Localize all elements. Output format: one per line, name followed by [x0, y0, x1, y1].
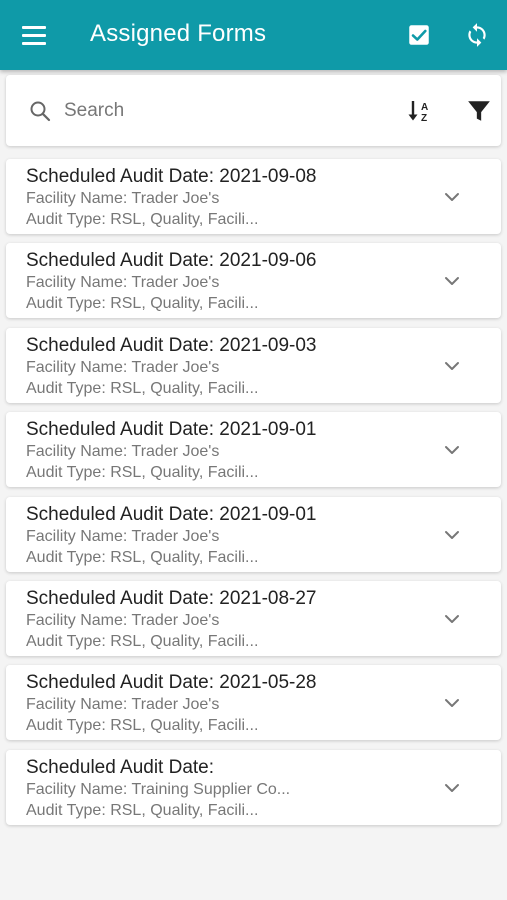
audit-date-title: Scheduled Audit Date: — [26, 756, 215, 778]
menu-icon[interactable] — [22, 22, 48, 48]
facility-name: Facility Name: Trader Joe's — [26, 527, 220, 545]
chevron-down-icon[interactable] — [442, 609, 462, 629]
audit-date-title: Scheduled Audit Date: 2021-09-01 — [26, 419, 317, 441]
facility-name: Facility Name: Trader Joe's — [26, 190, 220, 207]
list-item[interactable]: Scheduled Audit Date: 2021-09-06 Facility… — [6, 243, 501, 319]
search-icon — [30, 101, 51, 122]
audit-type: Audit Type: RSL, Quality, Facili... — [26, 211, 259, 228]
svg-text:A: A — [421, 102, 428, 113]
audit-date-title: Scheduled Audit Date: 2021-09-06 — [26, 250, 317, 272]
svg-text:Z: Z — [421, 113, 427, 124]
audit-date-title: Scheduled Audit Date: 2021-09-03 — [26, 334, 317, 356]
page-title: Assigned Forms — [90, 20, 267, 47]
list-item[interactable]: Scheduled Audit Date: 2021-09-01 Facility… — [6, 412, 501, 488]
list-item[interactable]: Scheduled Audit Date: 2021-09-03 Facility… — [6, 327, 501, 403]
sync-icon[interactable] — [464, 22, 490, 48]
filter-icon[interactable] — [466, 98, 492, 124]
chevron-down-icon[interactable] — [442, 778, 462, 798]
chevron-down-icon[interactable] — [442, 271, 462, 291]
audit-date-title: Scheduled Audit Date: 2021-05-28 — [26, 672, 317, 694]
chevron-down-icon[interactable] — [442, 187, 462, 207]
list-item[interactable]: Scheduled Audit Date: 2021-09-01 Facility… — [6, 496, 501, 572]
audit-type: Audit Type: RSL, Quality, Facili... — [26, 295, 259, 313]
chevron-down-icon[interactable] — [442, 356, 462, 376]
list-item[interactable]: Scheduled Audit Date: Facility Name: Trai… — [6, 749, 501, 825]
audit-type: Audit Type: RSL, Quality, Facili... — [26, 717, 259, 735]
facility-name: Facility Name: Trader Joe's — [26, 443, 220, 461]
checkbox-icon[interactable] — [406, 22, 432, 48]
audit-type: Audit Type: RSL, Quality, Facili... — [26, 464, 259, 482]
facility-name: Facility Name: Training Supplier Co... — [26, 780, 291, 798]
audit-type: Audit Type: RSL, Quality, Facili... — [26, 548, 259, 566]
audit-date-title: Scheduled Audit Date: 2021-08-27 — [26, 587, 317, 609]
audit-type: Audit Type: RSL, Quality, Facili... — [26, 632, 259, 650]
list-item[interactable]: Scheduled Audit Date: 2021-08-27 Facility… — [6, 580, 501, 656]
chevron-down-icon[interactable] — [442, 440, 462, 460]
facility-name: Facility Name: Trader Joe's — [26, 274, 220, 292]
facility-name: Facility Name: Trader Joe's — [26, 611, 220, 629]
app-bar: Assigned Forms — [0, 0, 507, 70]
audit-type: Audit Type: RSL, Quality, Facili... — [26, 379, 259, 397]
facility-name: Facility Name: Trader Joe's — [26, 696, 220, 714]
facility-name: Facility Name: Trader Joe's — [26, 358, 220, 376]
list-item[interactable]: Scheduled Audit Date: 2021-05-28 Facility… — [6, 665, 501, 741]
list-item[interactable]: Scheduled Audit Date: 2021-09-08 Facility… — [6, 159, 501, 234]
audit-type: Audit Type: RSL, Quality, Facili... — [26, 801, 259, 819]
sort-alpha-icon[interactable]: A Z — [406, 97, 434, 125]
form-list: Scheduled Audit Date: 2021-09-08 Facility… — [6, 159, 501, 834]
audit-date-title: Scheduled Audit Date: 2021-09-08 — [26, 166, 317, 187]
search-input[interactable] — [64, 95, 364, 127]
chevron-down-icon[interactable] — [442, 525, 462, 545]
audit-date-title: Scheduled Audit Date: 2021-09-01 — [26, 503, 317, 525]
search-bar: A Z — [6, 75, 501, 146]
chevron-down-icon[interactable] — [442, 693, 462, 713]
